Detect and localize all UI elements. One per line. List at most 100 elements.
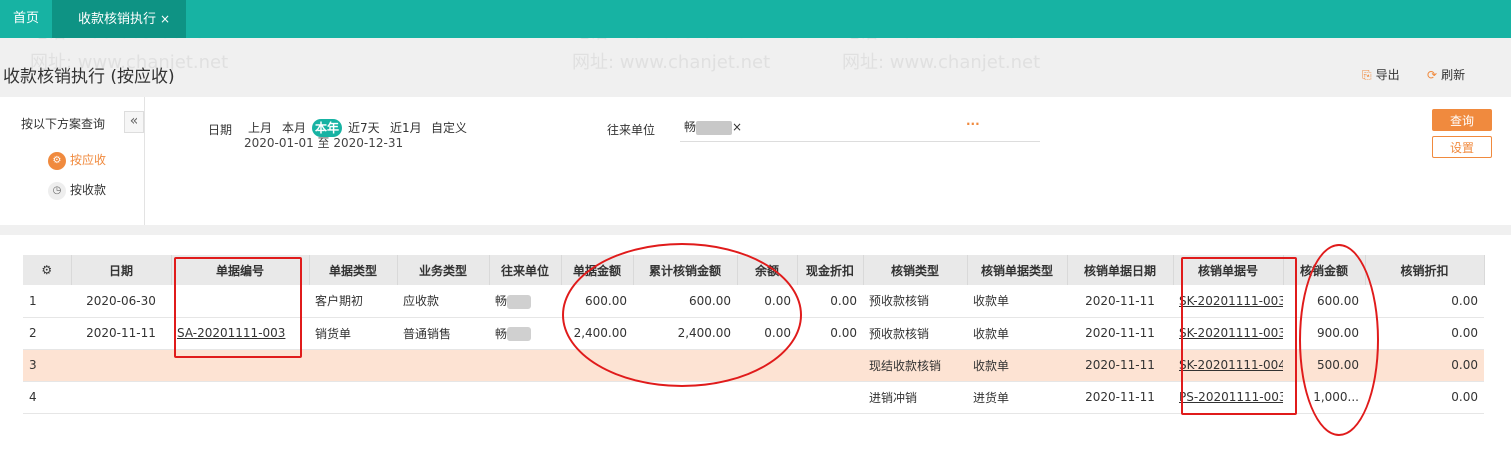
wo-amount-cell: 600.00: [1283, 285, 1365, 318]
doc-no-link[interactable]: SA-20201111-003: [171, 317, 309, 350]
wo-type-cell: 预收款核销: [863, 285, 967, 318]
column-header[interactable]: 核销单据日期: [1067, 255, 1174, 285]
wo-type-cell: 进销冲销: [863, 381, 967, 414]
column-header[interactable]: 核销金额: [1283, 255, 1366, 285]
wo-type-cell: 现结收款核销: [863, 349, 967, 382]
date-range: 2020-01-01 至 2020-12-31: [244, 136, 404, 150]
scheme-label: 按收款: [70, 183, 107, 197]
scheme-receipt-icon: ◷: [48, 181, 66, 200]
doc-type-cell: [309, 381, 397, 414]
scheme-label: 按应收: [70, 153, 107, 167]
column-header[interactable]: 单据编号: [171, 255, 310, 285]
settings-button[interactable]: 设置: [1432, 136, 1492, 158]
column-header[interactable]: 业务类型: [397, 255, 490, 285]
wo-doc-type-cell: 进货单: [967, 381, 1067, 414]
column-header[interactable]: 日期: [71, 255, 172, 285]
date-option-custom[interactable]: 自定义: [428, 119, 470, 137]
cum-amount-cell: [633, 349, 737, 382]
export-button[interactable]: ⎘ 导出: [1362, 66, 1400, 83]
cum-amount-cell: 2,400.00: [633, 317, 737, 350]
doc-no-cell: [171, 381, 309, 414]
wo-no-link[interactable]: SK-20201111-003: [1173, 285, 1283, 318]
cash-discount-cell: [797, 381, 863, 414]
export-icon: ⎘: [1362, 68, 1372, 82]
column-header[interactable]: 单据类型: [309, 255, 398, 285]
scheme-sidebar: 按以下方案查询 « ⚙ 按应收 ◷ 按收款: [0, 97, 145, 225]
tab-home[interactable]: 首页: [0, 0, 52, 38]
scheme-item-receipt[interactable]: ◷ 按收款: [48, 181, 106, 200]
balance-cell: [737, 381, 797, 414]
wo-no-link[interactable]: SK-20201111-003: [1173, 317, 1283, 350]
page-title: 收款核销执行 (按应收): [3, 67, 175, 87]
export-label: 导出: [1375, 68, 1400, 82]
wo-amount-cell: 900.00: [1283, 317, 1365, 350]
row-number: 1: [23, 285, 71, 318]
date-cell: 2020-11-11: [71, 317, 171, 350]
table-header: ⚙ 日期 单据编号 单据类型 业务类型 往来单位 单据金额 累计核销金额 余额 …: [23, 255, 1485, 285]
balance-cell: [737, 349, 797, 382]
partner-cell: [489, 349, 561, 382]
doc-no-cell: [171, 349, 309, 382]
results-panel: ⚙ 日期 单据编号 单据类型 业务类型 往来单位 单据金额 累计核销金额 余额 …: [0, 235, 1511, 453]
wo-date-cell: 2020-11-11: [1067, 285, 1173, 318]
write-off-table: ⚙ 日期 单据编号 单据类型 业务类型 往来单位 单据金额 累计核销金额 余额 …: [23, 255, 1485, 414]
column-header[interactable]: 现金折扣: [797, 255, 864, 285]
partner-input[interactable]: [680, 141, 1040, 142]
partner-name: 畅: [495, 326, 508, 341]
query-button[interactable]: 查询: [1432, 109, 1492, 131]
cum-amount-cell: 600.00: [633, 285, 737, 318]
wo-amount-cell: 1,000...: [1283, 381, 1365, 414]
amount-cell: 2,400.00: [561, 317, 633, 350]
column-header[interactable]: 核销折扣: [1365, 255, 1485, 285]
column-header[interactable]: 累计核销金额: [633, 255, 738, 285]
wo-discount-cell: 0.00: [1365, 381, 1484, 414]
partner-label: 往来单位: [607, 123, 656, 137]
wo-no-link[interactable]: SK-20201111-004: [1173, 349, 1283, 382]
date-cell: 2020-06-30: [71, 285, 171, 318]
table-row[interactable]: 2 2020-11-11 SA-20201111-003 销货单 普通销售 畅 …: [23, 317, 1484, 350]
table-row[interactable]: 4 进销冲销 进货单 2020-11-11 PS-20201111-003 1,…: [23, 381, 1484, 414]
date-cell: [71, 381, 171, 414]
scheme-item-receivable[interactable]: ⚙ 按应收: [48, 151, 106, 170]
close-icon[interactable]: ×: [160, 12, 170, 26]
remove-partner-icon[interactable]: ×: [732, 120, 742, 134]
partner-cell: 畅: [489, 285, 561, 318]
biz-type-cell: [397, 381, 489, 414]
wo-discount-cell: 0.00: [1365, 317, 1484, 350]
column-header[interactable]: 余额: [737, 255, 798, 285]
column-header[interactable]: 单据金额: [561, 255, 634, 285]
column-header[interactable]: 核销单据号: [1173, 255, 1284, 285]
table-row[interactable]: 1 2020-06-30 客户期初 应收款 畅 600.00 600.00 0.…: [23, 285, 1484, 318]
balance-cell: 0.00: [737, 285, 797, 318]
wo-date-cell: 2020-11-11: [1067, 317, 1173, 350]
partner-tag-text: 畅: [684, 120, 697, 134]
query-panel: 按以下方案查询 « ⚙ 按应收 ◷ 按收款 日期 上月 本月 本年 近7天 近1月 …: [0, 97, 1511, 225]
column-header[interactable]: 核销类型: [863, 255, 968, 285]
column-header[interactable]: 往来单位: [489, 255, 562, 285]
watermark-text: 网址: www.chanjet.net: [842, 52, 1041, 73]
refresh-button[interactable]: ⟳ 刷新: [1427, 66, 1465, 83]
partner-name: 畅: [495, 294, 508, 309]
amount-cell: [561, 381, 633, 414]
watermark-text: 网址: www.chanjet.net: [572, 52, 771, 73]
settings-gear-icon[interactable]: ⚙: [23, 255, 72, 285]
table-row-selected[interactable]: 3 现结收款核销 收款单 2020-11-11 SK-20201111-004 …: [23, 349, 1484, 382]
doc-no-cell[interactable]: [171, 285, 309, 318]
wo-discount-cell: 0.00: [1365, 285, 1484, 318]
refresh-label: 刷新: [1441, 68, 1466, 82]
top-tab-bar: 首页 收款核销执行 ×: [0, 0, 1511, 38]
wo-date-cell: 2020-11-11: [1067, 381, 1173, 414]
row-number: 3: [23, 349, 71, 382]
collapse-button[interactable]: «: [124, 111, 144, 133]
row-number: 2: [23, 317, 71, 350]
tab-write-off[interactable]: 收款核销执行 ×: [52, 0, 186, 38]
wo-discount-cell: 0.00: [1365, 349, 1484, 382]
row-number: 4: [23, 381, 71, 414]
tab-write-off-label: 收款核销执行: [78, 12, 157, 27]
biz-type-cell: 普通销售: [397, 317, 489, 350]
partner-tag: 畅 ×: [680, 117, 746, 137]
more-options-button[interactable]: ···: [966, 117, 980, 131]
column-header[interactable]: 核销单据类型: [967, 255, 1068, 285]
doc-type-cell: 客户期初: [309, 285, 397, 318]
wo-no-link[interactable]: PS-20201111-003: [1173, 381, 1283, 414]
